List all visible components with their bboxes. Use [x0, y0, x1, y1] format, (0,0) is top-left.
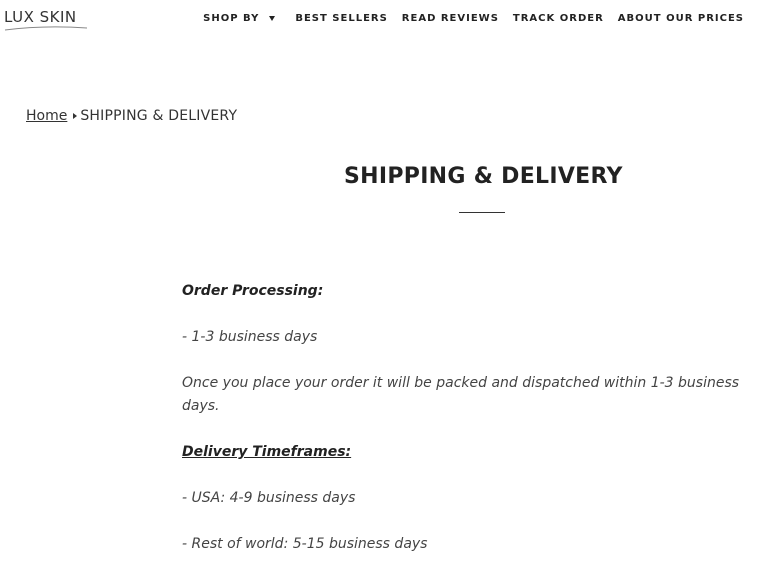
breadcrumb: Home SHIPPING & DELIVERY	[26, 108, 237, 124]
order-processing-time: - 1-3 business days	[182, 329, 318, 345]
nav-track-order[interactable]: TRACK ORDER	[513, 13, 604, 24]
order-processing-heading: Order Processing:	[182, 283, 324, 299]
logo[interactable]: LUX SKIN	[4, 8, 88, 31]
logo-swoosh-icon	[4, 26, 88, 31]
title-divider	[459, 212, 505, 213]
breadcrumb-home-link[interactable]: Home	[26, 108, 67, 124]
page-title: SHIPPING & DELIVERY	[344, 164, 623, 189]
order-processing-text: Once you place your order it will be pac…	[182, 375, 740, 414]
page-title-wrap: SHIPPING & DELIVERY	[344, 164, 623, 189]
delivery-usa: - USA: 4-9 business days	[182, 490, 356, 506]
site-header: LUX SKIN SHOP BY BEST SELLERS READ REVIE…	[0, 0, 768, 40]
main-nav: SHOP BY BEST SELLERS READ REVIEWS TRACK …	[203, 13, 744, 24]
breadcrumb-current: SHIPPING & DELIVERY	[80, 108, 238, 124]
nav-about-our-prices[interactable]: ABOUT OUR PRICES	[618, 13, 744, 24]
nav-best-sellers[interactable]: BEST SELLERS	[295, 13, 387, 24]
delivery-timeframes-heading: Delivery Timeframes:	[182, 444, 352, 460]
chevron-down-icon[interactable]	[269, 16, 276, 21]
policy-content: Order Processing: - 1-3 business days On…	[182, 280, 768, 568]
page: LUX SKIN SHOP BY BEST SELLERS READ REVIE…	[0, 0, 768, 568]
delivery-rest-of-world: - Rest of world: 5-15 business days	[182, 536, 428, 552]
nav-shop-by[interactable]: SHOP BY	[203, 13, 259, 24]
breadcrumb-separator-icon	[73, 113, 78, 119]
nav-read-reviews[interactable]: READ REVIEWS	[402, 13, 499, 24]
